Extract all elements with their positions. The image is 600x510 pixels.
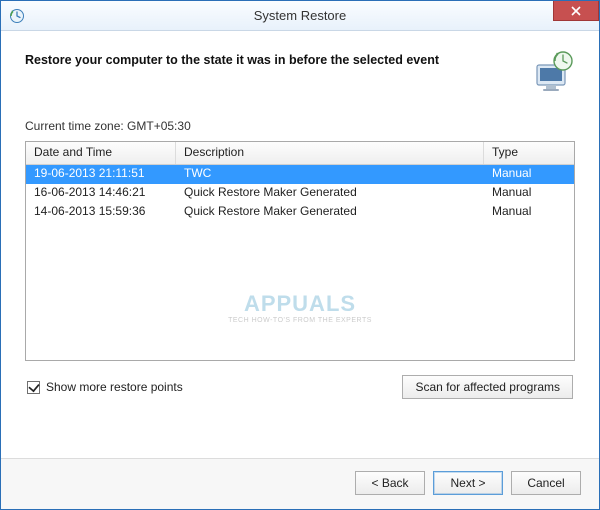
table-row[interactable]: 14-06-2013 15:59:36Quick Restore Maker G…	[26, 203, 574, 222]
close-button[interactable]	[553, 1, 599, 21]
window-title: System Restore	[1, 8, 599, 23]
cell-date: 16-06-2013 14:46:21	[26, 184, 176, 203]
cell-description: Quick Restore Maker Generated	[176, 184, 484, 203]
show-more-label: Show more restore points	[46, 380, 183, 394]
column-header-description[interactable]: Description	[176, 142, 484, 164]
content-area: Restore your computer to the state it wa…	[1, 31, 599, 458]
system-restore-icon	[531, 49, 575, 93]
below-table-row: Show more restore points Scan for affect…	[25, 375, 575, 399]
back-button[interactable]: < Back	[355, 471, 425, 495]
column-header-date[interactable]: Date and Time	[26, 142, 176, 164]
column-header-type[interactable]: Type	[484, 142, 574, 164]
page-heading: Restore your computer to the state it wa…	[25, 49, 519, 67]
cell-date: 19-06-2013 21:11:51	[26, 165, 176, 184]
header-row: Restore your computer to the state it wa…	[25, 49, 575, 93]
show-more-checkbox[interactable]: Show more restore points	[27, 380, 183, 394]
cell-date: 14-06-2013 15:59:36	[26, 203, 176, 222]
cell-type: Manual	[484, 203, 574, 222]
cell-description: Quick Restore Maker Generated	[176, 203, 484, 222]
restore-clock-icon	[9, 8, 25, 24]
close-icon	[571, 6, 581, 16]
checkbox-icon	[27, 381, 40, 394]
restore-points-table[interactable]: Date and Time Description Type 19-06-201…	[25, 141, 575, 361]
wizard-footer: < Back Next > Cancel	[1, 458, 599, 509]
scan-affected-programs-button[interactable]: Scan for affected programs	[402, 375, 573, 399]
cell-type: Manual	[484, 165, 574, 184]
next-button[interactable]: Next >	[433, 471, 503, 495]
table-row[interactable]: 16-06-2013 14:46:21Quick Restore Maker G…	[26, 184, 574, 203]
cell-description: TWC	[176, 165, 484, 184]
titlebar[interactable]: System Restore	[1, 1, 599, 31]
table-body: 19-06-2013 21:11:51TWCManual16-06-2013 1…	[26, 165, 574, 222]
table-row[interactable]: 19-06-2013 21:11:51TWCManual	[26, 165, 574, 184]
cell-type: Manual	[484, 184, 574, 203]
cancel-button[interactable]: Cancel	[511, 471, 581, 495]
timezone-label: Current time zone: GMT+05:30	[25, 119, 575, 133]
table-header: Date and Time Description Type	[26, 142, 574, 165]
system-restore-window: System Restore Restore your computer to …	[0, 0, 600, 510]
